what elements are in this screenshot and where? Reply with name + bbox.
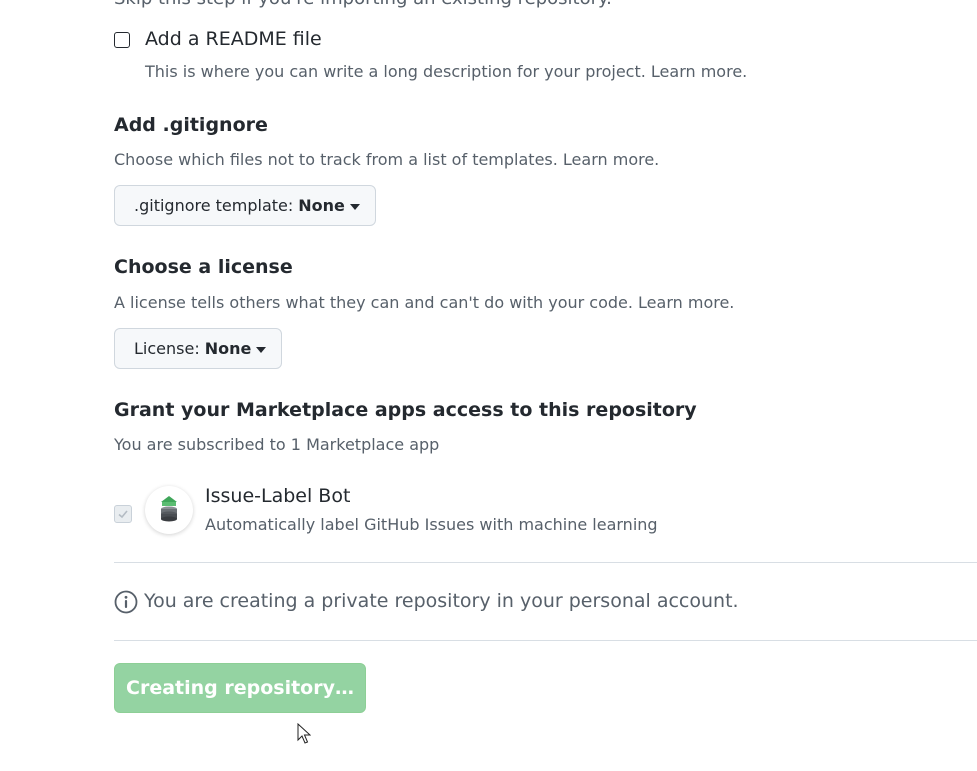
gitignore-description: Choose which files not to track from a l… bbox=[114, 150, 660, 169]
import-hint-text: Skip this step if you're importing an ex… bbox=[114, 0, 612, 9]
app-logo-icon bbox=[161, 496, 177, 522]
license-title: Choose a license bbox=[114, 256, 293, 278]
readme-description: This is where you can write a long descr… bbox=[145, 62, 748, 81]
gitignore-dropdown-label: .gitignore template: bbox=[134, 196, 294, 215]
license-dropdown[interactable]: License: None bbox=[114, 328, 282, 369]
app-checkbox[interactable] bbox=[114, 505, 132, 523]
gitignore-title: Add .gitignore bbox=[114, 114, 268, 136]
readme-checkbox[interactable] bbox=[114, 32, 130, 48]
marketplace-subtitle: You are subscribed to 1 Marketplace app bbox=[114, 435, 440, 454]
new-repository-form: Skip this step if you're importing an ex… bbox=[0, 0, 977, 771]
marketplace-title: Grant your Marketplace apps access to th… bbox=[114, 399, 697, 421]
license-dropdown-value: None bbox=[204, 339, 252, 358]
caret-down-icon bbox=[349, 203, 360, 210]
gitignore-template-dropdown[interactable]: .gitignore template: None bbox=[114, 185, 376, 226]
divider bbox=[114, 640, 977, 641]
checkmark-icon bbox=[118, 510, 128, 519]
app-description: Automatically label GitHub Issues with m… bbox=[205, 515, 658, 534]
mouse-cursor-icon bbox=[297, 723, 311, 744]
gitignore-dropdown-value: None bbox=[298, 196, 345, 215]
license-description: A license tells others what they can and… bbox=[114, 293, 735, 312]
info-icon bbox=[114, 590, 138, 614]
robot-stack-icon bbox=[145, 486, 193, 534]
privacy-notice-text: You are creating a private repository in… bbox=[144, 590, 739, 612]
app-name: Issue-Label Bot bbox=[205, 485, 351, 507]
license-dropdown-label: License: bbox=[134, 339, 200, 358]
create-repository-button[interactable]: Creating repository… bbox=[114, 663, 366, 713]
divider bbox=[114, 562, 977, 563]
readme-label[interactable]: Add a README file bbox=[145, 28, 322, 50]
caret-down-icon bbox=[256, 346, 267, 353]
